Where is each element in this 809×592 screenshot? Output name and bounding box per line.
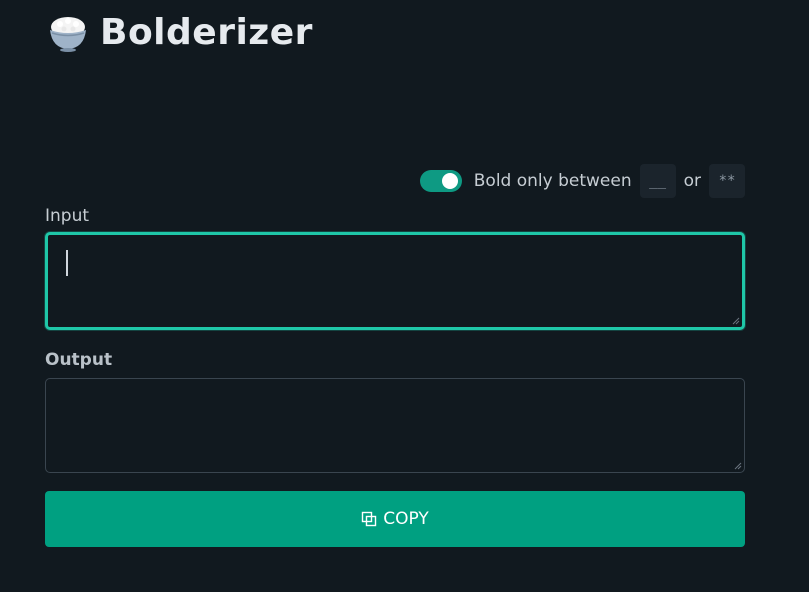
output-label: Output <box>45 350 113 370</box>
bold-mode-option: Bold only between __ or ** <box>419 164 745 198</box>
rice-bowl-icon <box>50 17 86 52</box>
input-textarea[interactable] <box>45 232 745 330</box>
toggle-knob <box>441 173 458 189</box>
input-label: Input <box>45 206 90 226</box>
output-textarea[interactable] <box>45 378 745 473</box>
bold-only-toggle[interactable] <box>419 170 462 192</box>
copy-button-label: COPY <box>383 509 429 529</box>
resize-grip-icon[interactable] <box>732 317 740 325</box>
page: Bolderizer Bold only between __ or ** In… <box>0 0 809 592</box>
asterisk-delimiter: ** <box>709 164 745 198</box>
copy-button[interactable]: COPY <box>45 491 745 547</box>
text-caret <box>66 250 68 276</box>
header: Bolderizer <box>46 8 313 56</box>
toggle-label: Bold only between <box>473 171 632 191</box>
underscore-delimiter: __ <box>639 164 676 198</box>
resize-grip-icon[interactable] <box>734 462 742 470</box>
or-text: or <box>683 171 701 191</box>
copy-icon <box>362 511 377 527</box>
app-title: Bolderizer <box>100 11 313 53</box>
